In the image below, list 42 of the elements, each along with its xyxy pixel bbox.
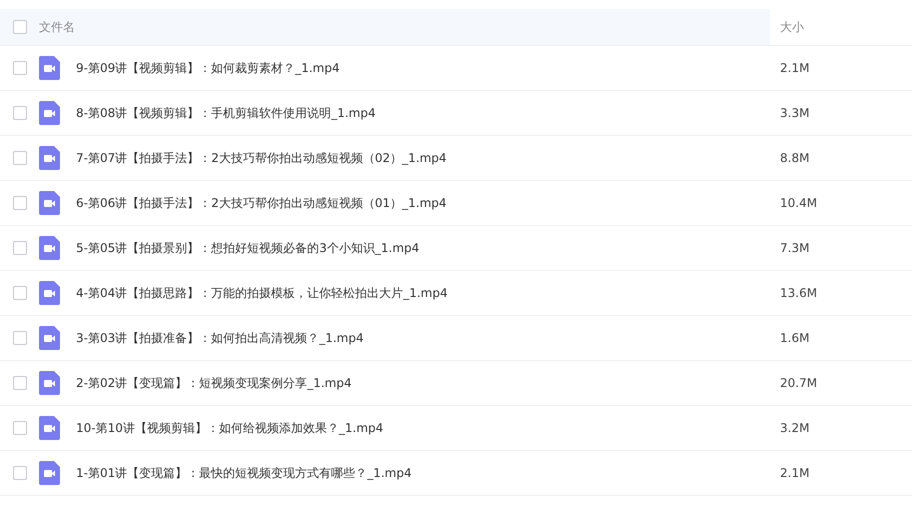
video-file-icon: [39, 191, 60, 215]
row-checkbox[interactable]: [13, 241, 27, 255]
file-size: 7.3M: [780, 241, 810, 255]
file-size: 2.1M: [780, 466, 810, 480]
file-size: 2.1M: [780, 61, 810, 75]
file-size: 20.7M: [780, 376, 818, 390]
file-name[interactable]: 4-第04讲【拍摄思路】：万能的拍摄模板，让你轻松拍出大片_1.mp4: [76, 284, 448, 302]
file-name[interactable]: 6-第06讲【拍摄手法】：2大技巧帮你拍出动感短视频（01）_1.mp4: [76, 194, 447, 212]
file-size: 13.6M: [780, 286, 818, 300]
file-size: 10.4M: [780, 196, 818, 210]
file-name[interactable]: 9-第09讲【视频剪辑】：如何裁剪素材？_1.mp4: [76, 60, 340, 76]
video-file-icon: [39, 101, 60, 125]
file-name[interactable]: 2-第02讲【变现篇】：短视频变现案例分享_1.mp4: [76, 374, 352, 392]
row-checkbox[interactable]: [13, 466, 27, 480]
video-file-icon: [39, 461, 60, 485]
row-checkbox[interactable]: [13, 421, 27, 435]
row-checkbox[interactable]: [13, 61, 27, 75]
file-size: 3.3M: [780, 106, 810, 120]
file-size: 3.2M: [780, 421, 810, 435]
file-name[interactable]: 5-第05讲【拍摄景别】：想拍好短视频必备的3个小知识_1.mp4: [76, 240, 420, 256]
row-checkbox[interactable]: [13, 196, 27, 210]
file-name[interactable]: 1-第01讲【变现篇】：最快的短视频变现方式有哪些？_1.mp4: [76, 464, 412, 482]
file-size: 8.8M: [780, 151, 810, 165]
video-file-icon: [39, 326, 60, 350]
file-name[interactable]: 3-第03讲【拍摄准备】：如何拍出高清视频？_1.mp4: [76, 330, 364, 346]
video-file-icon: [39, 56, 60, 80]
select-all-checkbox[interactable]: [13, 20, 27, 34]
file-name[interactable]: 8-第08讲【视频剪辑】：手机剪辑软件使用说明_1.mp4: [76, 104, 376, 122]
video-file-icon: [39, 281, 60, 305]
file-name[interactable]: 10-第10讲【视频剪辑】：如何给视频添加效果？_1.mp4: [76, 420, 384, 436]
video-file-icon: [39, 146, 60, 170]
column-header[interactable]: 大小: [780, 18, 804, 36]
row-checkbox[interactable]: [13, 151, 27, 165]
row-checkbox[interactable]: [13, 286, 27, 300]
video-file-icon: [39, 416, 60, 440]
file-size: 1.6M: [780, 331, 810, 345]
video-file-icon: [39, 371, 60, 395]
row-checkbox[interactable]: [13, 106, 27, 120]
video-file-icon: [39, 236, 60, 260]
file-name[interactable]: 7-第07讲【拍摄手法】：2大技巧帮你拍出动感短视频（02）_1.mp4: [76, 150, 447, 166]
row-checkbox[interactable]: [13, 376, 27, 390]
row-checkbox[interactable]: [13, 331, 27, 345]
